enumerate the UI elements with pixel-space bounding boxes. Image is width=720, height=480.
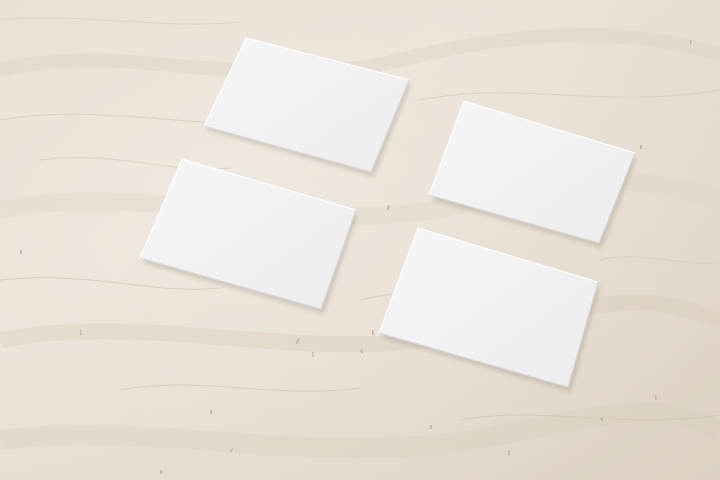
photo-canvas <box>0 0 720 480</box>
photo-scene <box>0 0 720 480</box>
